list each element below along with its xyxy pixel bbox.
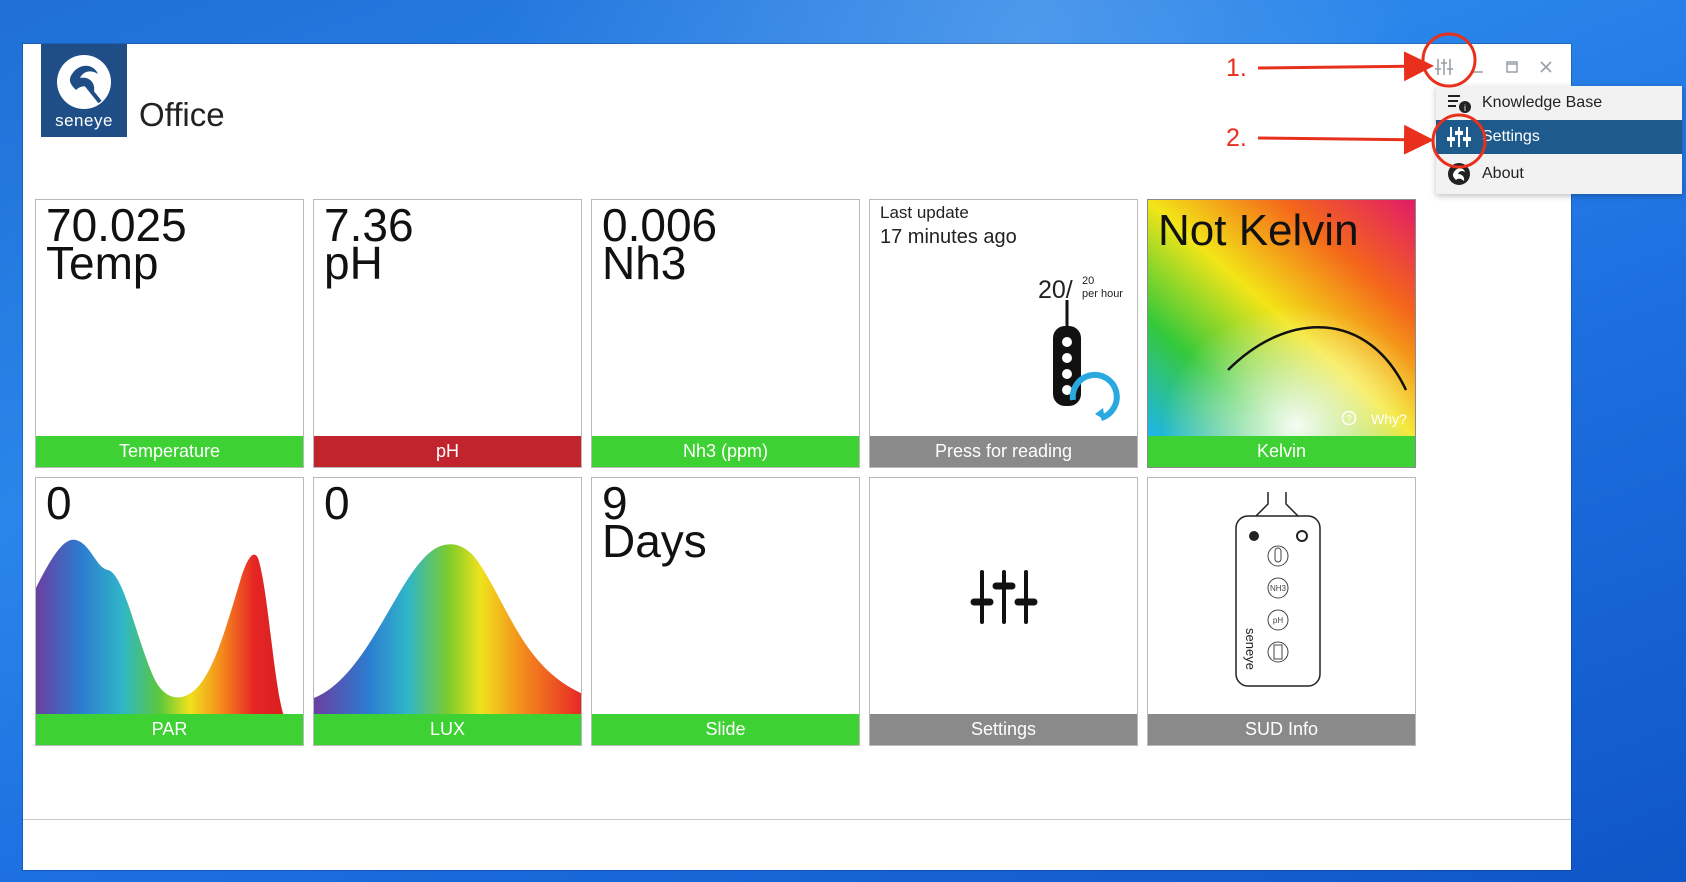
annotation-arrow-1: [1257, 51, 1434, 82]
annotation-circle-1: [1421, 32, 1477, 88]
annotation-circle-2: [1431, 113, 1487, 169]
annotation-overlay: [1257, 32, 1487, 169]
annotation-arrow-2: [1257, 124, 1434, 155]
